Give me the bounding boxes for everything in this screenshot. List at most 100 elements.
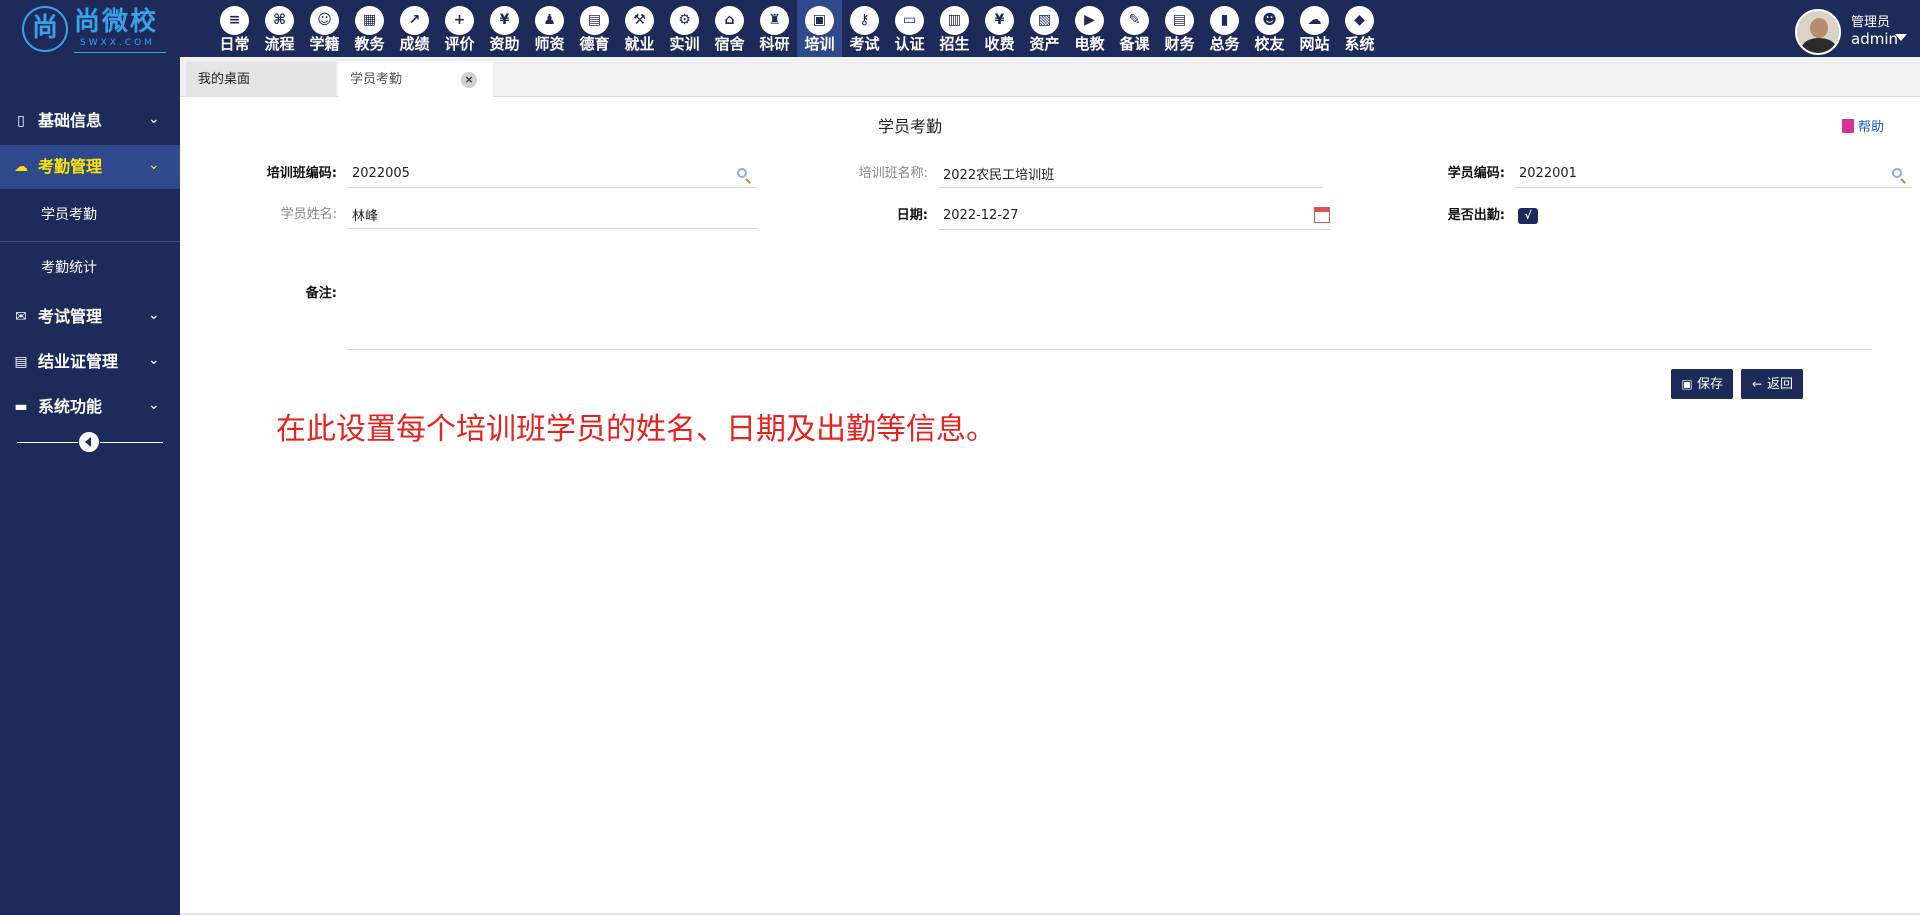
book-icon [1842, 119, 1854, 133]
top-nav-label: 流程 [264, 35, 295, 53]
chevron-down-icon: ⌄ [148, 157, 160, 173]
search-icon[interactable] [1891, 167, 1907, 184]
page-title: 学员考勤 [877, 117, 942, 136]
file-icon: ▤ [14, 354, 28, 370]
logo-mark: 尚 [22, 6, 68, 52]
top-nav-item[interactable]: ▦ 教务 [347, 0, 392, 57]
top-nav-item[interactable]: + 评价 [437, 0, 482, 57]
top-nav-item[interactable]: ♟ 师资 [527, 0, 572, 57]
collapse-sidebar-button[interactable] [78, 431, 100, 453]
class-name-input[interactable] [939, 160, 1323, 188]
student-name-input[interactable] [348, 201, 758, 229]
top-nav-item[interactable]: ◆ 系统 [1337, 0, 1382, 57]
sidebar-item-label: 考勤统计 [41, 260, 97, 276]
top-nav-item[interactable]: ▥ 招生 [932, 0, 977, 57]
top-nav-item[interactable]: ▤ 财务 [1157, 0, 1202, 57]
top-nav-label: 收费 [984, 35, 1015, 53]
logo[interactable]: 尚 尚微校 SWXX.COM [22, 4, 166, 54]
chevron-down-icon[interactable] [1895, 34, 1907, 41]
sidebar-item-attendance-stats[interactable]: 考勤统计 [0, 242, 180, 294]
top-nav-label: 资助 [489, 35, 520, 53]
top-nav-item[interactable]: ▮ 总务 [1202, 0, 1247, 57]
top-nav-label: 宿舍 [714, 35, 745, 53]
student-code-input[interactable] [1515, 160, 1912, 188]
back-button[interactable]: ← 返回 [1741, 369, 1803, 399]
monitor-icon: ▭ [895, 6, 924, 35]
sidebar-item-student-attendance[interactable]: 学员考勤 [0, 189, 180, 241]
top-nav-item[interactable]: ⚒ 就业 [617, 0, 662, 57]
top-nav-item[interactable]: ☁ 网站 [1292, 0, 1337, 57]
chevron-down-icon: ⌄ [148, 111, 160, 127]
help-label: 帮助 [1858, 120, 1885, 135]
bar-chart-icon: ▮ [1210, 6, 1239, 35]
top-nav-item[interactable]: ▧ 资产 [1022, 0, 1067, 57]
top-nav-item[interactable]: ⚙ 实训 [662, 0, 707, 57]
calendar-plus-icon: + [445, 6, 474, 35]
sidebar-group-label: 考勤管理 [38, 157, 103, 176]
top-nav-item[interactable]: ☺ 学籍 [302, 0, 347, 57]
top-nav-item[interactable]: ⚷ 考试 [842, 0, 887, 57]
top-nav-item[interactable]: ▣ 培训 [797, 0, 842, 57]
top-nav-item[interactable]: ≡ 日常 [212, 0, 257, 57]
top-nav-item[interactable]: ☻ 校友 [1247, 0, 1292, 57]
cube-icon: ◆ [1345, 6, 1374, 35]
top-nav-item[interactable]: ▤ 德育 [572, 0, 617, 57]
graduation-cap-icon: ♜ [760, 6, 789, 35]
sidebar-group-system[interactable]: ▬ 系统功能 ⌄ [0, 385, 180, 429]
top-nav-label: 总务 [1209, 35, 1240, 53]
top-nav-item[interactable]: ✎ 备课 [1112, 0, 1157, 57]
image-icon: ▣ [805, 6, 834, 35]
remark-textarea[interactable] [348, 270, 1872, 350]
top-nav-item[interactable]: ▶ 电教 [1067, 0, 1112, 57]
film-icon: ▶ [1075, 6, 1104, 35]
sidebar-group-certificate[interactable]: ▤ 结业证管理 ⌄ [0, 340, 180, 384]
hammer-icon: ⚒ [625, 6, 654, 35]
robot-icon: ⚙ [670, 6, 699, 35]
sidebar-group-exam[interactable]: ✉ 考试管理 ⌄ [0, 295, 180, 339]
top-nav-label: 成绩 [399, 35, 430, 53]
calendar-icon[interactable] [1314, 207, 1330, 223]
book-icon: ▯ [17, 113, 25, 129]
logo-text: 尚微校 [74, 7, 159, 37]
top-nav-item[interactable]: ↗ 成绩 [392, 0, 437, 57]
class-code-input[interactable] [348, 160, 756, 188]
close-icon[interactable]: × [461, 72, 477, 88]
tab-label: 我的桌面 [198, 72, 251, 87]
tab-label: 学员考勤 [350, 72, 403, 87]
top-nav-label: 电教 [1074, 35, 1105, 53]
top-nav-label: 教务 [354, 35, 385, 53]
class-code-label: 培训班编码: [266, 166, 337, 181]
top-nav-label: 资产 [1029, 35, 1060, 53]
instruction-text: 在此设置每个培训班学员的姓名、日期及出勤等信息。 [276, 412, 996, 447]
user-name[interactable]: admin [1851, 31, 1898, 48]
user-money-icon: ¥ [490, 6, 519, 35]
back-label: 返回 [1766, 377, 1793, 392]
sidebar-group-attendance[interactable]: ☁ 考勤管理 ⌄ [0, 145, 180, 189]
save-button[interactable]: ▣ 保存 [1671, 369, 1733, 399]
attendance-checkbox[interactable]: √ [1518, 208, 1538, 224]
top-nav-item[interactable]: ¥ 收费 [977, 0, 1022, 57]
top-nav-label: 德育 [579, 35, 610, 53]
search-icon[interactable] [736, 167, 752, 184]
sidebar-group-basic-info[interactable]: ▯ 基础信息 ⌄ [0, 99, 180, 143]
avatar[interactable] [1795, 9, 1841, 55]
top-nav-label: 就业 [624, 35, 655, 53]
group-icon: ☻ [1255, 6, 1284, 35]
top-nav-item[interactable]: ▭ 认证 [887, 0, 932, 57]
top-nav-item[interactable]: ♜ 科研 [752, 0, 797, 57]
calendar-icon: ▦ [355, 6, 384, 35]
date-input[interactable] [939, 202, 1331, 230]
top-nav-label: 考试 [849, 35, 880, 53]
flow-icon: ⌘ [265, 6, 294, 35]
chevron-down-icon: ⌄ [148, 307, 160, 323]
top-nav-item[interactable]: ⌘ 流程 [257, 0, 302, 57]
top-nav: ≡ 日常 ⌘ 流程 ☺ 学籍 ▦ 教务 ↗ 成绩 + 评价 ¥ 资助 ♟ 师资 ▤ 德育 ⚒ 就业 ⚙ 实训 ⌂ 宿舍 ♜ 科研 ▣… [212, 0, 1382, 57]
top-nav-item[interactable]: ¥ 资助 [482, 0, 527, 57]
user-role: 管理员 [1851, 15, 1891, 30]
help-link[interactable]: 帮助 [1842, 119, 1884, 137]
cloud-icon: ☁ [14, 159, 28, 175]
top-nav-item[interactable]: ⌂ 宿舍 [707, 0, 752, 57]
tab-my-desktop[interactable]: 我的桌面 [186, 61, 336, 97]
top-nav-label: 培训 [804, 35, 835, 53]
tab-student-attendance[interactable]: 学员考勤 × [338, 61, 493, 97]
